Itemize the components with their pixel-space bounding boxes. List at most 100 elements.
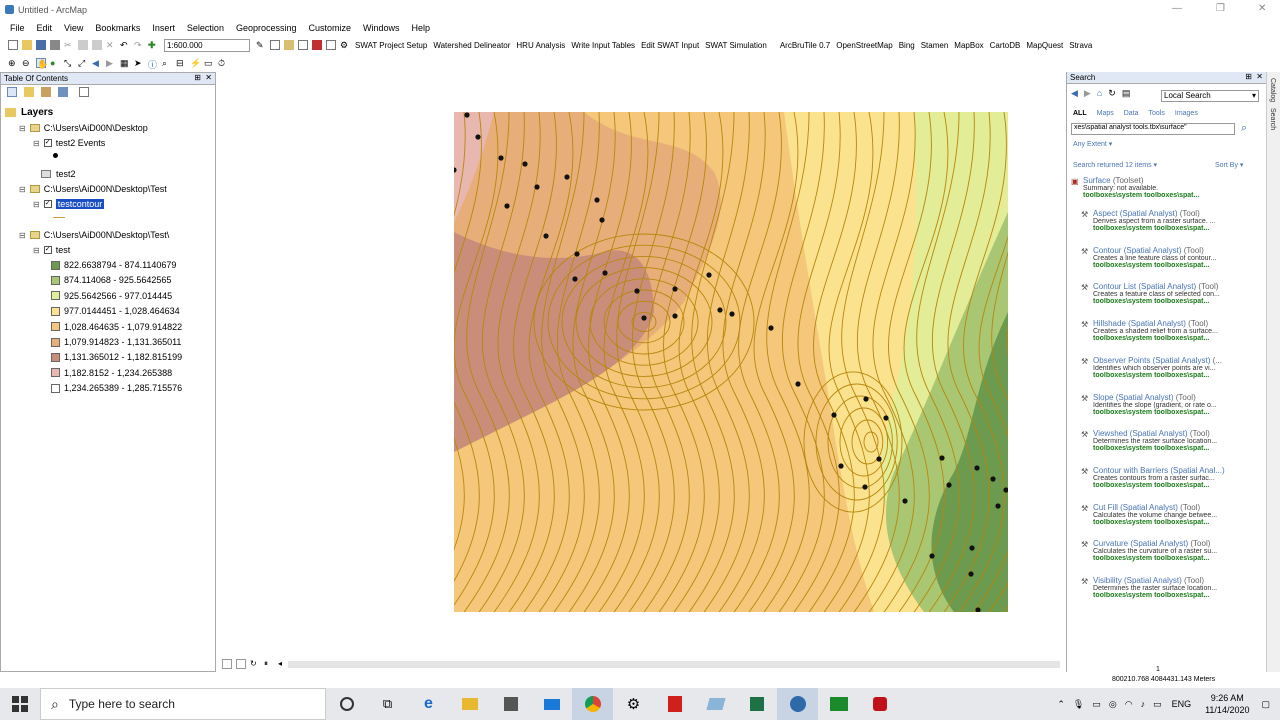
pan-icon[interactable]: ✋ [36, 58, 48, 69]
event-point[interactable] [831, 412, 837, 418]
collapse-icon[interactable]: ⊟ [33, 200, 40, 209]
search-result-item[interactable]: ⚒ Viewshed (Spatial Analyst) (Tool) Determ… [1081, 429, 1273, 452]
search-go-icon[interactable]: ⌕ [1241, 122, 1247, 135]
arccatalog-icon[interactable] [695, 688, 736, 720]
mapquest-menu[interactable]: MapQuest [1026, 41, 1063, 50]
cut-icon[interactable]: ✂ [64, 40, 74, 50]
full-extent-icon[interactable]: ● [50, 58, 60, 68]
menu-selection[interactable]: Selection [187, 23, 224, 33]
filter-maps[interactable]: Maps [1097, 110, 1114, 117]
screen-recorder-icon[interactable] [859, 688, 900, 720]
event-point[interactable] [574, 251, 580, 257]
battery-icon[interactable]: ▭ [1153, 699, 1162, 710]
store-icon[interactable] [490, 688, 531, 720]
result-title[interactable]: Contour (Spatial Analyst) (Tool) [1093, 246, 1273, 255]
arcmap-icon[interactable] [777, 688, 818, 720]
delete-icon[interactable]: ✕ [106, 40, 116, 50]
result-title[interactable]: Contour with Barriers (Spatial Anal...) [1093, 466, 1273, 475]
event-point[interactable] [534, 184, 540, 190]
fixed-zoom-out-icon[interactable]: ⤢ [78, 58, 88, 68]
mapbox-menu[interactable]: MapBox [954, 41, 983, 50]
watershed-delineator-menu[interactable]: Watershed Delineator [433, 41, 510, 50]
filter-tools[interactable]: Tools [1149, 110, 1165, 117]
menu-view[interactable]: View [64, 23, 83, 33]
menu-windows[interactable]: Windows [363, 23, 400, 33]
event-point[interactable] [995, 503, 1001, 509]
zoom-in-icon[interactable]: ⊕ [8, 58, 18, 68]
legend-item[interactable]: 1,182.8152 - 1,234.265388 [51, 368, 172, 378]
notifications-icon[interactable]: ▢ [1261, 699, 1270, 710]
bing-menu[interactable]: Bing [899, 41, 915, 50]
event-point[interactable] [641, 315, 647, 321]
search-result-item[interactable]: ▣ Surface (Toolset) Summary: not available… [1071, 176, 1263, 199]
legend-item[interactable]: 925.5642566 - 977.014445 [51, 291, 172, 301]
contour-map[interactable] [454, 112, 1008, 612]
layout-view-icon[interactable] [236, 659, 246, 669]
menu-customize[interactable]: Customize [309, 23, 352, 33]
search-result-item[interactable]: ⚒ Contour List (Spatial Analyst) (Tool) Cr… [1081, 282, 1273, 305]
list-by-visibility-icon[interactable] [41, 87, 51, 97]
event-point[interactable] [946, 482, 952, 488]
search-query-input[interactable]: xes\spatial analyst tools.tbx\surface" [1071, 123, 1235, 135]
search-window-icon[interactable] [298, 40, 308, 50]
event-point[interactable] [876, 456, 882, 462]
layer-name-selected[interactable]: testcontour [55, 199, 105, 209]
event-point[interactable] [729, 311, 735, 317]
event-point[interactable] [672, 286, 678, 292]
event-point[interactable] [939, 455, 945, 461]
list-by-selection-icon[interactable] [58, 87, 68, 97]
add-data-icon[interactable]: ✚ [148, 40, 158, 50]
result-title[interactable]: Visibility (Spatial Analyst) (Tool) [1093, 576, 1273, 585]
event-point[interactable] [862, 484, 868, 490]
layer-visibility-checkbox[interactable]: ✓ [43, 246, 52, 254]
legend-item[interactable]: 1,028.464635 - 1,079.914822 [51, 322, 182, 332]
result-title[interactable]: Curvature (Spatial Analyst) (Tool) [1093, 539, 1273, 548]
map-scale-input[interactable]: 1:600.000 [164, 38, 250, 52]
volume-icon[interactable]: ♪ [1141, 699, 1146, 709]
hyperlink-icon[interactable]: ⚡ [190, 58, 201, 68]
result-title[interactable]: Cut Fill (Spatial Analyst) (Tool) [1093, 503, 1273, 512]
event-point[interactable] [564, 174, 570, 180]
hru-analysis-menu[interactable]: HRU Analysis [516, 41, 565, 50]
event-point[interactable] [594, 197, 600, 203]
search-close-icon[interactable]: ✕ [1256, 72, 1263, 81]
event-point[interactable] [672, 313, 678, 319]
list-by-source-icon[interactable] [24, 87, 34, 97]
result-title[interactable]: Viewshed (Spatial Analyst) (Tool) [1093, 429, 1273, 438]
event-point[interactable] [969, 545, 975, 551]
search-result-item[interactable]: ⚒ Hillshade (Spatial Analyst) (Tool) Creat… [1081, 319, 1273, 342]
save-icon[interactable] [36, 40, 46, 50]
input-language[interactable]: ENG [1172, 699, 1192, 709]
search-result-item[interactable]: ⚒ Slope (Spatial Analyst) (Tool) Identifie… [1081, 393, 1273, 416]
event-point[interactable] [572, 276, 578, 282]
minimize-icon[interactable]: — [1172, 3, 1182, 14]
print-icon[interactable] [50, 40, 60, 50]
event-point[interactable] [968, 571, 974, 577]
sort-by-dropdown[interactable]: Sort By ▾ [1215, 161, 1243, 169]
collapse-icon[interactable]: ⊟ [33, 246, 40, 255]
event-point[interactable] [706, 272, 712, 278]
cartodb-menu[interactable]: CartoDB [990, 41, 1021, 50]
menu-bookmarks[interactable]: Bookmarks [95, 23, 140, 33]
event-point[interactable] [543, 233, 549, 239]
paste-icon[interactable] [92, 40, 102, 50]
search-mode-select[interactable]: Local Search ▾ [1161, 90, 1259, 102]
event-point[interactable] [990, 476, 996, 482]
menu-edit[interactable]: Edit [37, 23, 53, 33]
legend-item[interactable]: 1,234.265389 - 1,285.715576 [51, 383, 182, 393]
measure-icon[interactable]: ⊟ [176, 58, 186, 68]
event-point[interactable] [795, 381, 801, 387]
back-icon[interactable]: ◀ [1071, 88, 1078, 99]
cup-app-icon[interactable] [818, 688, 859, 720]
search-result-item[interactable]: ⚒ Contour (Spatial Analyst) (Tool) Creates… [1081, 246, 1273, 269]
zoom-out-icon[interactable]: ⊖ [22, 58, 32, 68]
data-view-icon[interactable] [222, 659, 232, 669]
event-point[interactable] [602, 270, 608, 276]
excel-icon[interactable] [736, 688, 777, 720]
search-result-item[interactable]: ⚒ Cut Fill (Spatial Analyst) (Tool) Calcul… [1081, 503, 1273, 526]
openstreetmap-menu[interactable]: OpenStreetMap [836, 41, 892, 50]
time-slider-icon[interactable]: ⏱ [218, 58, 228, 68]
toc-window-icon[interactable] [270, 40, 280, 50]
layer-visibility-checkbox[interactable]: ✓ [43, 200, 52, 208]
collapse-icon[interactable]: ⊟ [19, 231, 26, 240]
